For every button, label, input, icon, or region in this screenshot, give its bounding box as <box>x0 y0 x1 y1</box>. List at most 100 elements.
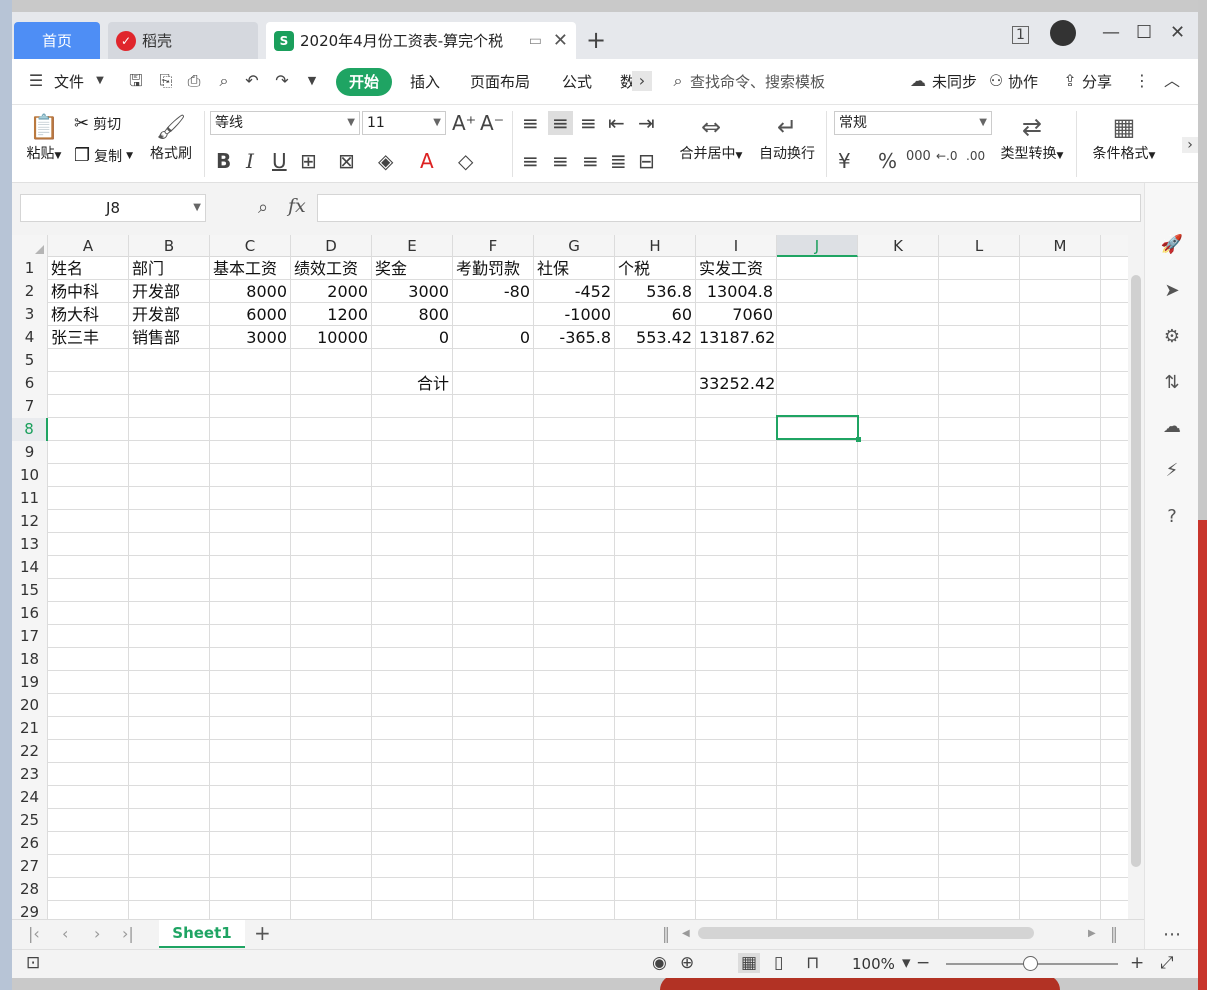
cell-c10[interactable] <box>210 464 291 487</box>
column-header-i[interactable]: I <box>696 235 777 257</box>
cell-h21[interactable] <box>615 717 696 740</box>
cell-a2[interactable]: 杨中科 <box>48 280 129 303</box>
cell-c26[interactable] <box>210 832 291 855</box>
cell-h1[interactable]: 个税 <box>615 257 696 280</box>
cell-b22[interactable] <box>129 740 210 763</box>
cell-m24[interactable] <box>1020 786 1101 809</box>
cell-m25[interactable] <box>1020 809 1101 832</box>
cell-k23[interactable] <box>858 763 939 786</box>
page-break-view-icon[interactable]: ⊓ <box>806 953 819 973</box>
cell-j2[interactable] <box>777 280 858 303</box>
vertical-scroll-thumb[interactable] <box>1131 275 1141 867</box>
cell-l2[interactable] <box>939 280 1020 303</box>
cell-f12[interactable] <box>453 510 534 533</box>
cell-l22[interactable] <box>939 740 1020 763</box>
cell-k11[interactable] <box>858 487 939 510</box>
cell-e12[interactable] <box>372 510 453 533</box>
cell-c6[interactable] <box>210 372 291 395</box>
cell-j3[interactable] <box>777 303 858 326</box>
cell-c27[interactable] <box>210 855 291 878</box>
cell-k19[interactable] <box>858 671 939 694</box>
menu-start[interactable]: 开始 <box>336 68 392 96</box>
cell-e8[interactable] <box>372 418 453 441</box>
cell-k9[interactable] <box>858 441 939 464</box>
type-convert-button[interactable]: ⇄ 类型转换▼ <box>996 111 1068 163</box>
redo-icon[interactable]: ↷ <box>272 71 292 91</box>
row-header[interactable]: 28 <box>12 878 48 901</box>
cell-h5[interactable] <box>615 349 696 372</box>
copy-button[interactable]: ❐ 复制 ▼ <box>74 145 133 166</box>
share-icon[interactable]: ⇪ <box>1060 71 1080 91</box>
cell-i22[interactable] <box>696 740 777 763</box>
row-header[interactable]: 11 <box>12 487 48 510</box>
cell-i16[interactable] <box>696 602 777 625</box>
cell-m13[interactable] <box>1020 533 1101 556</box>
share-button[interactable]: 分享 <box>1082 71 1112 92</box>
row-header[interactable]: 4 <box>12 326 48 349</box>
cell-i25[interactable] <box>696 809 777 832</box>
align-right-icon[interactable]: ≡ <box>582 149 599 173</box>
cell-i15[interactable] <box>696 579 777 602</box>
settings-sliders-icon[interactable]: ⚙ <box>1160 325 1184 349</box>
cell-i19[interactable] <box>696 671 777 694</box>
cell-m15[interactable] <box>1020 579 1101 602</box>
cell-d14[interactable] <box>291 556 372 579</box>
thousands-icon[interactable]: 000 <box>906 149 931 164</box>
cell-k18[interactable] <box>858 648 939 671</box>
search-icon[interactable]: ⌕ <box>668 71 688 91</box>
cell-d24[interactable] <box>291 786 372 809</box>
cell-k3[interactable] <box>858 303 939 326</box>
cell-i26[interactable] <box>696 832 777 855</box>
cell-i13[interactable] <box>696 533 777 556</box>
cell-m23[interactable] <box>1020 763 1101 786</box>
cell-g15[interactable] <box>534 579 615 602</box>
cell-a8[interactable] <box>48 418 129 441</box>
row-header[interactable]: 12 <box>12 510 48 533</box>
cell-j8[interactable] <box>777 418 858 441</box>
select-all-corner[interactable] <box>12 235 48 257</box>
cell-l17[interactable] <box>939 625 1020 648</box>
align-left-icon[interactable]: ≡ <box>522 149 539 173</box>
cell-l20[interactable] <box>939 694 1020 717</box>
cell-a20[interactable] <box>48 694 129 717</box>
cell-b11[interactable] <box>129 487 210 510</box>
align-middle-icon[interactable]: ≡ <box>548 111 573 135</box>
fx-icon[interactable]: fx <box>288 195 306 217</box>
cell-d9[interactable] <box>291 441 372 464</box>
increase-indent-icon[interactable]: ⇥ <box>638 111 655 135</box>
lightning-icon[interactable]: ⚡ <box>1160 459 1184 483</box>
row-header[interactable]: 18 <box>12 648 48 671</box>
column-header-h[interactable]: H <box>615 235 696 257</box>
cell-g26[interactable] <box>534 832 615 855</box>
cell-l12[interactable] <box>939 510 1020 533</box>
cell-g18[interactable] <box>534 648 615 671</box>
cell-b21[interactable] <box>129 717 210 740</box>
cell-e13[interactable] <box>372 533 453 556</box>
cell-l24[interactable] <box>939 786 1020 809</box>
cell-a19[interactable] <box>48 671 129 694</box>
cell-m26[interactable] <box>1020 832 1101 855</box>
cell-f17[interactable] <box>453 625 534 648</box>
cell-l1[interactable] <box>939 257 1020 280</box>
cell-b29[interactable] <box>129 901 210 919</box>
cell-l21[interactable] <box>939 717 1020 740</box>
scroll-left-icon[interactable]: ◀ <box>682 928 690 939</box>
cell-m8[interactable] <box>1020 418 1101 441</box>
cell-b9[interactable] <box>129 441 210 464</box>
cell-l29[interactable] <box>939 901 1020 919</box>
collab-icon[interactable]: ⚇ <box>986 71 1006 91</box>
cell-m4[interactable] <box>1020 326 1101 349</box>
menu-file[interactable]: 文件 <box>54 71 84 92</box>
cell-h10[interactable] <box>615 464 696 487</box>
column-header-a[interactable]: A <box>48 235 129 257</box>
cell-b8[interactable] <box>129 418 210 441</box>
cell-i28[interactable] <box>696 878 777 901</box>
cell-e9[interactable] <box>372 441 453 464</box>
cell-j7[interactable] <box>777 395 858 418</box>
decrease-decimal-icon[interactable]: .00 <box>966 149 985 163</box>
cell-d1[interactable]: 绩效工资 <box>291 257 372 280</box>
cell-g9[interactable] <box>534 441 615 464</box>
cell-l15[interactable] <box>939 579 1020 602</box>
row-header[interactable]: 26 <box>12 832 48 855</box>
cell-j11[interactable] <box>777 487 858 510</box>
